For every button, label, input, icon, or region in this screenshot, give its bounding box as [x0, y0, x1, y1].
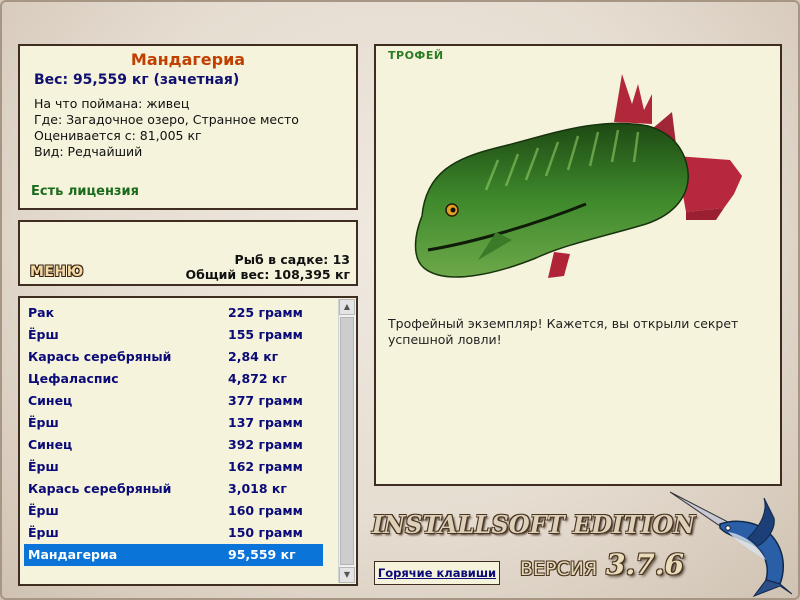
list-item[interactable]: Карась серебряный 3,018 кг: [24, 478, 323, 500]
list-item[interactable]: Синец 377 грамм: [24, 390, 323, 412]
marlin-logo-icon: [669, 491, 792, 598]
list-item-name: Рак: [28, 305, 55, 320]
keepnet-summary-panel: МЕНЮ Рыб в садке: 13 Общий вес: 108,395 …: [18, 220, 358, 286]
fish-name: Мандагериа: [130, 50, 246, 69]
scroll-up-arrow-icon[interactable]: ▲: [339, 299, 355, 315]
list-item[interactable]: Ёрш 162 грамм: [24, 456, 323, 478]
rated-from-line: Оценивается с: 81,005 кг: [34, 128, 202, 143]
hotkeys-label: Горячие клавиши: [377, 566, 497, 580]
bait-line: На что поймана: живец: [34, 96, 190, 111]
list-item[interactable]: Цефаласпис 4,872 кг: [24, 368, 323, 390]
list-item-weight: 3,018 кг: [228, 481, 287, 496]
catch-info-panel: Мандагериа Вес: 95,559 кг (зачетная) На …: [18, 44, 358, 210]
list-item-weight: 162 грамм: [228, 459, 303, 474]
list-item-name: Ёрш: [28, 415, 59, 430]
list-item-name: Ёрш: [28, 525, 59, 540]
list-item-name: Ёрш: [28, 503, 59, 518]
list-item-weight: 155 грамм: [228, 327, 303, 342]
list-item-name: Цефаласпис: [28, 371, 119, 386]
list-item-weight: 137 грамм: [228, 415, 303, 430]
list-item-weight: 392 грамм: [228, 437, 303, 452]
location-line: Где: Загадочное озеро, Странное место: [34, 112, 299, 127]
scroll-down-arrow-icon[interactable]: ▼: [339, 567, 355, 583]
menu-button[interactable]: МЕНЮ: [30, 264, 84, 280]
list-item[interactable]: Ёрш 150 грамм: [24, 522, 323, 544]
license-status: Есть лицензия: [31, 184, 139, 199]
list-item-weight: 4,872 кг: [228, 371, 287, 386]
list-item[interactable]: Карась серебряный 2,84 кг: [24, 346, 323, 368]
rarity-line: Вид: Редчайший: [34, 144, 143, 159]
list-item[interactable]: Синец 392 грамм: [24, 434, 323, 456]
list-item-name: Синец: [28, 393, 73, 408]
list-item-name: Карась серебряный: [28, 481, 172, 496]
list-item-name: Мандагериа: [28, 547, 118, 562]
list-item-weight: 95,559 кг: [228, 547, 296, 562]
list-item-name: Синец: [28, 437, 73, 452]
list-scrollbar[interactable]: ▲ ▼: [338, 299, 355, 583]
list-item[interactable]: Ёрш 160 грамм: [24, 500, 323, 522]
trophy-description: Трофейный экземпляр! Кажется, вы открыли…: [388, 316, 739, 347]
fish-weight: Вес: 95,559 кг (зачетная): [34, 72, 240, 88]
hotkeys-button[interactable]: Горячие клавиши: [374, 561, 500, 585]
list-item[interactable]: Ёрш 155 грамм: [24, 324, 323, 346]
keepnet-list[interactable]: Рак 225 грамм Ёрш 155 грамм Карась серебряны…: [18, 296, 358, 586]
list-item-weight: 2,84 кг: [228, 349, 279, 364]
edition-title: INSTALLSOFT EDITION: [372, 510, 696, 539]
list-item-selected[interactable]: Мандагериа 95,559 кг: [24, 544, 323, 566]
version-label: ВЕРСИЯ: [520, 558, 598, 580]
fish-count: Рыб в садке: 13: [234, 252, 350, 267]
trophy-panel: ТРОФЕЙ Трофейный экземпляр! Кажется, вы …: [374, 44, 782, 486]
scrollbar-thumb[interactable]: [340, 317, 354, 565]
total-weight: Общий вес: 108,395 кг: [185, 267, 351, 282]
list-item-name: Ёрш: [28, 327, 59, 342]
list-item[interactable]: Ёрш 137 грамм: [24, 412, 323, 434]
list-item-weight: 150 грамм: [228, 525, 303, 540]
list-item[interactable]: Рак 225 грамм: [24, 302, 323, 324]
list-item-weight: 160 грамм: [228, 503, 303, 518]
list-item-name: Ёрш: [28, 459, 59, 474]
list-item-name: Карась серебряный: [28, 349, 172, 364]
list-item-weight: 225 грамм: [228, 305, 303, 320]
trophy-label: ТРОФЕЙ: [388, 49, 444, 62]
list-item-weight: 377 грамм: [228, 393, 303, 408]
fish-illustration-icon: [414, 74, 742, 278]
